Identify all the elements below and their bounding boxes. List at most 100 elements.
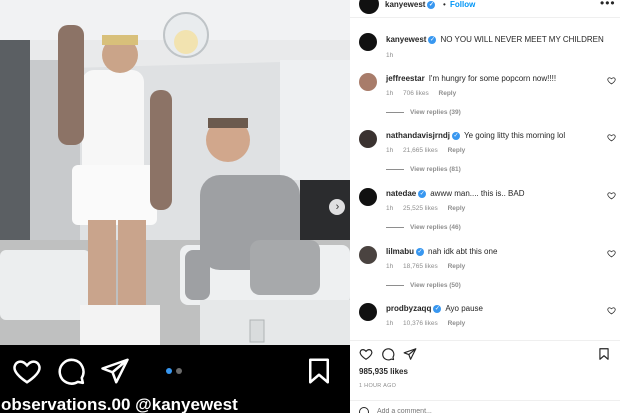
reply-button[interactable]: Reply bbox=[448, 147, 466, 154]
share-button[interactable] bbox=[100, 356, 130, 386]
comment-item: jeffreestar I'm hungry for some popcorn n… bbox=[350, 70, 620, 128]
caption-timestamp: 1h bbox=[386, 52, 394, 59]
comment-item: natedae ✓ awww man.... this is.. BAD 1h 25… bbox=[350, 185, 620, 243]
verified-badge-icon: ✓ bbox=[452, 131, 461, 140]
comment-time: 1h bbox=[386, 147, 394, 154]
comment-username[interactable]: nathandavisjrndj bbox=[386, 131, 450, 140]
comment-username[interactable]: lilmabu bbox=[386, 247, 414, 256]
avatar[interactable] bbox=[359, 73, 377, 91]
comment-text: Ayo pause bbox=[445, 304, 484, 313]
bookmark-icon bbox=[309, 358, 329, 384]
verified-badge-icon: ✓ bbox=[418, 189, 427, 198]
comment-like-icon[interactable] bbox=[607, 133, 616, 142]
comment-like-icon[interactable] bbox=[607, 76, 616, 85]
like-button[interactable] bbox=[12, 356, 42, 386]
comment-username[interactable]: prodbyzaqq bbox=[386, 304, 431, 313]
post-action-bar bbox=[350, 340, 620, 366]
view-replies-label[interactable]: View replies (46) bbox=[410, 224, 461, 231]
comment-meta: 1h 18,765 likes Reply bbox=[386, 263, 473, 270]
comment-button[interactable] bbox=[56, 356, 86, 386]
share-button[interactable] bbox=[403, 347, 417, 361]
comment-likes[interactable]: 25,525 likes bbox=[403, 205, 438, 212]
comment-like-icon[interactable] bbox=[607, 306, 616, 315]
comment-likes[interactable]: 21,665 likes bbox=[403, 147, 438, 154]
comment-time: 1h bbox=[386, 263, 394, 270]
post-photo-illustration bbox=[0, 0, 350, 345]
comment-line: natedae ✓ awww man.... this is.. BAD bbox=[386, 189, 524, 198]
caption-line: kanyewest ✓ NO YOU WILL NEVER MEET MY CHIL… bbox=[386, 35, 604, 44]
post-author-username[interactable]: kanyewest ✓ bbox=[385, 0, 436, 9]
caption-text: NO YOU WILL NEVER MEET MY CHILDREN bbox=[440, 35, 604, 44]
carousel-indicator bbox=[166, 368, 182, 374]
comment-item: lilmabu ✓ nah idk abt this one 1h 18,765 l… bbox=[350, 243, 620, 301]
view-replies-button[interactable]: View replies (81) bbox=[386, 166, 461, 173]
instagram-post-view: › observations.00 @kanyewest kanyewest ✓… bbox=[0, 0, 620, 413]
more-options-icon[interactable]: ••• bbox=[600, 0, 616, 10]
replies-divider bbox=[386, 284, 404, 286]
comment-icon bbox=[58, 358, 85, 385]
comment-text: awww man.... this is.. BAD bbox=[430, 189, 525, 198]
heart-icon bbox=[13, 360, 41, 384]
comment-text: I'm hungry for some popcorn now!!!! bbox=[428, 74, 557, 83]
comment-line: lilmabu ✓ nah idk abt this one bbox=[386, 247, 497, 256]
add-comment-input[interactable] bbox=[377, 406, 577, 413]
add-comment-bar bbox=[350, 400, 620, 413]
replies-divider bbox=[386, 168, 404, 170]
reply-button[interactable]: Reply bbox=[439, 90, 457, 97]
view-replies-button[interactable]: View replies (50) bbox=[386, 282, 461, 289]
replies-divider bbox=[386, 111, 404, 113]
avatar[interactable] bbox=[359, 33, 377, 51]
reply-button[interactable]: Reply bbox=[448, 320, 466, 327]
caption-username[interactable]: kanyewest bbox=[386, 35, 426, 44]
bookmark-icon bbox=[599, 348, 609, 360]
comment-button[interactable] bbox=[381, 347, 395, 361]
follow-button[interactable]: Follow bbox=[450, 0, 475, 9]
comment-line: jeffreestar I'm hungry for some popcorn n… bbox=[386, 74, 556, 83]
view-replies-button[interactable]: View replies (39) bbox=[386, 109, 461, 116]
comment-meta: 1h 10,376 likes Reply bbox=[386, 320, 473, 327]
comment-meta: 1h 25,525 likes Reply bbox=[386, 205, 473, 212]
paper-plane-icon bbox=[403, 348, 417, 360]
reply-button[interactable]: Reply bbox=[448, 263, 466, 270]
avatar[interactable] bbox=[359, 246, 377, 264]
comment-time: 1h bbox=[386, 320, 394, 327]
comment-text: nah idk abt this one bbox=[428, 247, 498, 256]
like-button[interactable] bbox=[359, 347, 373, 361]
view-replies-label[interactable]: View replies (39) bbox=[410, 109, 461, 116]
view-replies-label[interactable]: View replies (50) bbox=[410, 282, 461, 289]
comment-time: 1h bbox=[386, 90, 394, 97]
comment-like-icon[interactable] bbox=[607, 191, 616, 200]
username-text[interactable]: kanyewest bbox=[385, 0, 425, 9]
comment-icon bbox=[382, 348, 395, 361]
comment-line: prodbyzaqq ✓ Ayo pause bbox=[386, 304, 483, 313]
carousel-dot bbox=[176, 368, 182, 374]
paper-plane-icon bbox=[101, 358, 129, 384]
avatar[interactable] bbox=[359, 130, 377, 148]
comment-likes[interactable]: 706 likes bbox=[403, 90, 429, 97]
post-photo: › bbox=[0, 0, 350, 345]
view-replies-button[interactable]: View replies (46) bbox=[386, 224, 461, 231]
comment-username[interactable]: natedae bbox=[386, 189, 416, 198]
comment-likes[interactable]: 10,376 likes bbox=[403, 320, 438, 327]
avatar[interactable] bbox=[359, 188, 377, 206]
save-button[interactable] bbox=[597, 347, 611, 361]
emoji-icon[interactable] bbox=[359, 407, 369, 413]
post-media-area: › observations.00 @kanyewest bbox=[0, 0, 350, 413]
comment-text: Ye going litty this morning lol bbox=[464, 131, 566, 140]
avatar[interactable] bbox=[359, 303, 377, 321]
comment-item: nathandavisjrndj ✓ Ye going litty this mor… bbox=[350, 127, 620, 185]
heart-icon bbox=[359, 349, 373, 360]
comment-likes[interactable]: 18,765 likes bbox=[403, 263, 438, 270]
comment-username[interactable]: jeffreestar bbox=[386, 74, 425, 83]
follow-separator: • bbox=[443, 0, 446, 9]
comment-time: 1h bbox=[386, 205, 394, 212]
likes-count[interactable]: 985,935 likes bbox=[359, 367, 408, 376]
post-header: kanyewest ✓ • Follow ••• bbox=[350, 0, 620, 18]
avatar[interactable] bbox=[359, 0, 379, 14]
reply-button[interactable]: Reply bbox=[448, 205, 466, 212]
view-replies-label[interactable]: View replies (81) bbox=[410, 166, 461, 173]
carousel-next-button[interactable]: › bbox=[329, 199, 345, 215]
save-button[interactable] bbox=[304, 356, 334, 386]
comment-like-icon[interactable] bbox=[607, 249, 616, 258]
carousel-dot-active bbox=[166, 368, 172, 374]
